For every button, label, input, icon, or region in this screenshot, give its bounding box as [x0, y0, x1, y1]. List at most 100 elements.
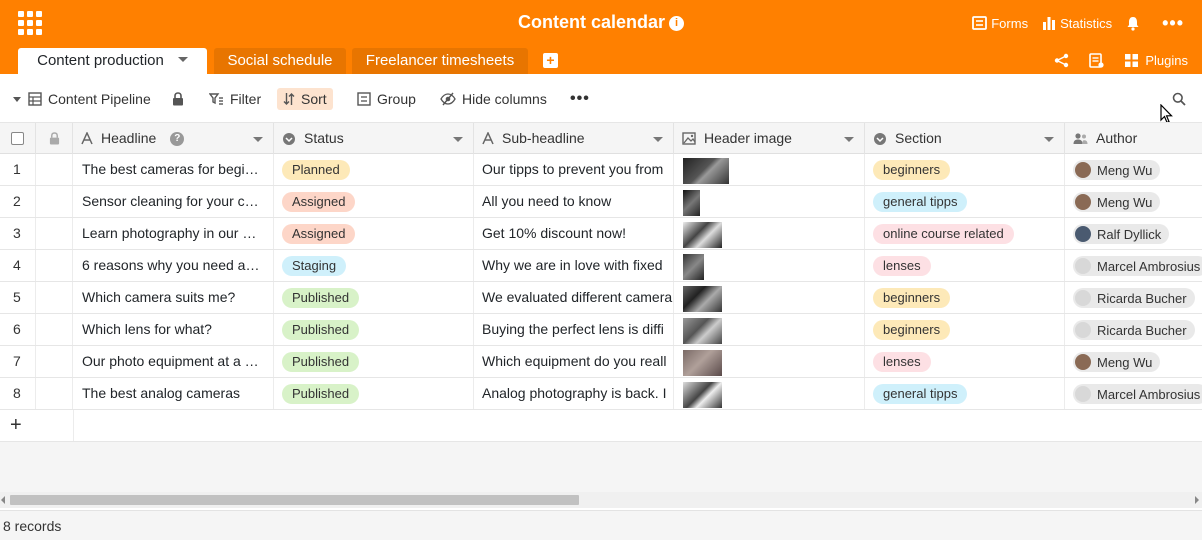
image-cell[interactable] — [674, 250, 865, 281]
headline-cell[interactable]: Sensor cleaning for your camera — [73, 186, 274, 217]
chevron-down-icon[interactable] — [177, 57, 188, 62]
table-row[interactable]: 1 The best cameras for beginners Planned Ou… — [0, 154, 1202, 186]
status-cell[interactable]: Assigned — [274, 218, 474, 249]
status-cell[interactable]: Published — [274, 314, 474, 345]
toolbar-more-icon[interactable]: ••• — [570, 88, 590, 110]
hide-columns-button[interactable]: Hide columns — [440, 88, 547, 110]
plugins-button[interactable]: Plugins — [1124, 53, 1188, 68]
notifications-button[interactable] — [1126, 16, 1144, 31]
headline-cell[interactable]: The best analog cameras — [73, 378, 274, 409]
add-row-button[interactable]: + — [0, 410, 74, 441]
subheadline-cell[interactable]: We evaluated different camera — [474, 282, 674, 313]
image-cell[interactable] — [674, 282, 865, 313]
header-image-thumbnail[interactable] — [683, 382, 722, 409]
table-row[interactable]: 6 Which lens for what? Published Buying the… — [0, 314, 1202, 346]
horizontal-scrollbar[interactable] — [0, 492, 1202, 508]
select-all-checkbox[interactable] — [11, 132, 24, 145]
subheadline-cell[interactable]: Why we are in love with fixed — [474, 250, 674, 281]
author-cell[interactable]: Meng Wu — [1065, 154, 1202, 185]
table-row[interactable]: 7 Our photo equipment at a glance Publishe… — [0, 346, 1202, 378]
header-image-thumbnail[interactable] — [683, 318, 722, 345]
chevron-down-icon[interactable] — [253, 137, 263, 142]
subheadline-cell[interactable]: Get 10% discount now! — [474, 218, 674, 249]
scroll-left-arrow-icon[interactable] — [1, 496, 5, 504]
status-cell[interactable]: Assigned — [274, 186, 474, 217]
headline-cell[interactable]: Which lens for what? — [73, 314, 274, 345]
headline-cell[interactable]: Which camera suits me? — [73, 282, 274, 313]
subheadline-cell[interactable]: Analog photography is back. I — [474, 378, 674, 409]
more-options-icon[interactable]: ••• — [1162, 13, 1184, 34]
scroll-right-arrow-icon[interactable] — [1195, 496, 1199, 504]
column-header-author[interactable]: Author — [1065, 123, 1202, 154]
filter-button[interactable]: Filter — [209, 88, 261, 110]
section-cell[interactable]: general tipps — [865, 186, 1065, 217]
header-image-thumbnail[interactable] — [683, 222, 722, 249]
add-table-icon[interactable]: + — [543, 53, 558, 68]
scrollbar-thumb[interactable] — [10, 495, 579, 505]
author-cell[interactable]: Meng Wu — [1065, 346, 1202, 377]
header-image-thumbnail[interactable] — [683, 190, 700, 217]
subheadline-cell[interactable]: Buying the perfect lens is diffi — [474, 314, 674, 345]
data-settings-button[interactable] — [1089, 52, 1110, 68]
view-lock-button[interactable] — [172, 88, 190, 110]
author-cell[interactable]: Ralf Dyllick — [1065, 218, 1202, 249]
table-row[interactable]: 3 Learn photography in our online course A… — [0, 218, 1202, 250]
chevron-down-icon[interactable] — [453, 137, 463, 142]
chevron-down-icon[interactable] — [844, 137, 854, 142]
statistics-button[interactable]: Statistics — [1042, 16, 1112, 31]
header-image-thumbnail[interactable] — [683, 286, 722, 313]
image-cell[interactable] — [674, 378, 865, 409]
headline-cell[interactable]: 6 reasons why you need a fixed lens — [73, 250, 274, 281]
apps-grid-icon[interactable] — [18, 11, 42, 35]
image-cell[interactable] — [674, 218, 865, 249]
subheadline-cell[interactable]: Which equipment do you reall — [474, 346, 674, 377]
base-title[interactable]: Content calendar — [518, 12, 665, 32]
question-icon[interactable]: ? — [170, 131, 185, 146]
chevron-down-icon[interactable] — [653, 137, 663, 142]
section-cell[interactable]: beginners — [865, 154, 1065, 185]
tab-social-schedule[interactable]: Social schedule — [214, 48, 346, 74]
section-cell[interactable]: lenses — [865, 250, 1065, 281]
header-image-thumbnail[interactable] — [683, 254, 704, 281]
image-cell[interactable] — [674, 154, 865, 185]
status-cell[interactable]: Published — [274, 378, 474, 409]
table-row[interactable]: 5 Which camera suits me? Published We evalu… — [0, 282, 1202, 314]
headline-cell[interactable]: Learn photography in our online course — [73, 218, 274, 249]
column-header-headline[interactable]: Headline ? — [73, 123, 274, 154]
sort-button[interactable]: Sort — [277, 88, 333, 110]
image-cell[interactable] — [674, 346, 865, 377]
headline-cell[interactable]: The best cameras for beginners — [73, 154, 274, 185]
section-cell[interactable]: beginners — [865, 282, 1065, 313]
table-row[interactable]: 4 6 reasons why you need a fixed lens Stag… — [0, 250, 1202, 282]
info-icon[interactable]: i — [669, 16, 685, 31]
status-cell[interactable]: Published — [274, 282, 474, 313]
header-image-thumbnail[interactable] — [683, 158, 729, 185]
section-cell[interactable]: beginners — [865, 314, 1065, 345]
author-cell[interactable]: Ricarda Bucher — [1065, 314, 1202, 345]
author-cell[interactable]: Ricarda Bucher — [1065, 282, 1202, 313]
search-button[interactable] — [1172, 88, 1192, 110]
forms-button[interactable]: Forms — [972, 16, 1028, 31]
image-cell[interactable] — [674, 186, 865, 217]
status-cell[interactable]: Published — [274, 346, 474, 377]
section-cell[interactable]: online course related — [865, 218, 1065, 249]
column-header-section[interactable]: Section — [865, 123, 1065, 154]
column-header-image[interactable]: Header image — [674, 123, 865, 154]
view-selector[interactable]: Content Pipeline — [12, 88, 151, 110]
status-cell[interactable]: Planned — [274, 154, 474, 185]
header-image-thumbnail[interactable] — [683, 350, 722, 377]
section-cell[interactable]: lenses — [865, 346, 1065, 377]
column-header-status[interactable]: Status — [274, 123, 474, 154]
tab-content-production[interactable]: Content production — [18, 48, 207, 74]
group-button[interactable]: Group — [357, 88, 416, 110]
status-cell[interactable]: Staging — [274, 250, 474, 281]
author-cell[interactable]: Marcel Ambrosius — [1065, 378, 1202, 409]
author-cell[interactable]: Meng Wu — [1065, 186, 1202, 217]
column-header-subheadline[interactable]: Sub-headline — [474, 123, 674, 154]
author-cell[interactable]: Marcel Ambrosius — [1065, 250, 1202, 281]
table-row[interactable]: 2 Sensor cleaning for your camera Assigned… — [0, 186, 1202, 218]
table-row[interactable]: 8 The best analog cameras Published Analog … — [0, 378, 1202, 410]
tab-freelancer-timesheets[interactable]: Freelancer timesheets — [352, 48, 528, 74]
share-button[interactable] — [1054, 53, 1075, 68]
image-cell[interactable] — [674, 314, 865, 345]
